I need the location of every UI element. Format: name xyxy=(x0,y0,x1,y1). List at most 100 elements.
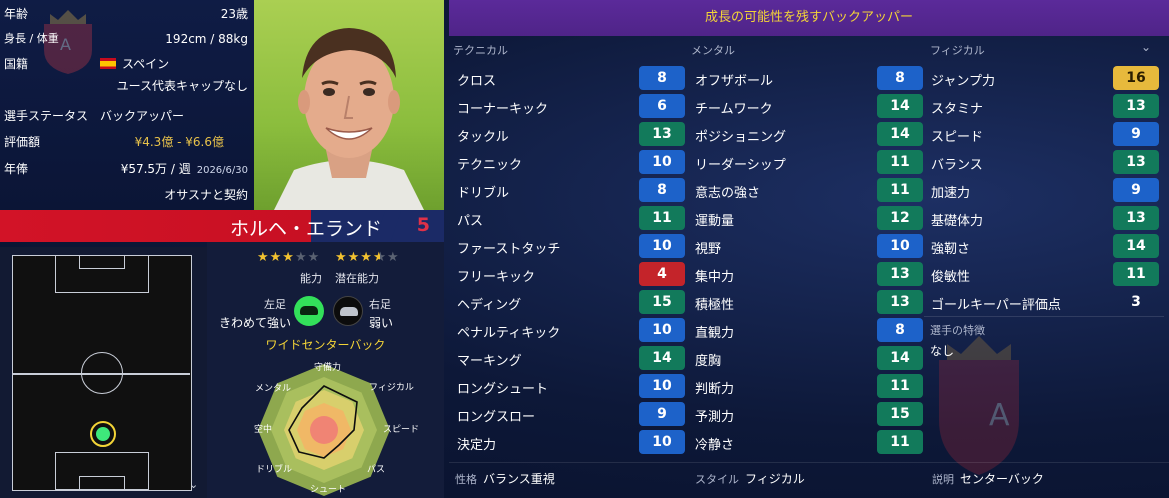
attribute-value: 14 xyxy=(639,346,685,370)
bottom-goal-box xyxy=(79,476,125,490)
mental-column-header: メンタル xyxy=(691,44,735,57)
traits-divider xyxy=(924,316,1164,317)
attribute-row[interactable]: 意志の強さ 11 xyxy=(695,178,923,202)
player-face-image xyxy=(274,28,424,210)
potential-ability-stars: ★★★★★★ xyxy=(335,250,400,265)
youth-caps: ユース代表キャップなし xyxy=(116,79,248,93)
style-item: スタイル フィジカル xyxy=(695,470,805,487)
position-role-title[interactable]: ワイドセンターバック xyxy=(207,336,444,353)
attribute-name: バランス xyxy=(931,158,983,173)
right-foot-label: 右足 xyxy=(369,298,391,311)
attribute-name: マーキング xyxy=(457,354,522,369)
attribute-name: ロングシュート xyxy=(457,382,549,397)
left-foot-label: 左足 xyxy=(264,298,286,311)
player-name-bar: ホルヘ・エランド 5 xyxy=(0,210,444,242)
attribute-row[interactable]: オフザボール 8 xyxy=(695,66,923,90)
attribute-row[interactable]: 判断力 11 xyxy=(695,374,923,398)
attribute-row[interactable]: 運動量 12 xyxy=(695,206,923,230)
attribute-row[interactable]: 基礎体力 13 xyxy=(931,206,1159,230)
technical-column-header: テクニカル xyxy=(453,44,508,57)
attribute-row[interactable]: コーナーキック 6 xyxy=(457,94,685,118)
style-value: フィジカル xyxy=(745,472,805,486)
attribute-name: ペナルティキック xyxy=(457,326,561,341)
attribute-name: ロングスロー xyxy=(457,410,536,425)
radar-label-physical: フィジカル xyxy=(369,383,414,393)
player-photo xyxy=(254,0,444,210)
attribute-value: 14 xyxy=(877,122,923,146)
attribute-value: 16 xyxy=(1113,66,1159,90)
attribute-row[interactable]: 冷静さ 11 xyxy=(695,430,923,454)
attribute-name: 決定力 xyxy=(457,438,497,453)
attribute-row[interactable]: スタミナ 13 xyxy=(931,94,1159,118)
chevron-down-icon[interactable]: ⌄ xyxy=(189,478,198,491)
attribute-row[interactable]: 決定力 10 xyxy=(457,430,685,454)
attribute-row[interactable]: バランス 13 xyxy=(931,150,1159,174)
attribute-row[interactable]: 視野 10 xyxy=(695,234,923,258)
attribute-row[interactable]: チームワーク 14 xyxy=(695,94,923,118)
physical-column-header: フィジカル xyxy=(930,44,985,57)
attribute-row[interactable]: 直観力 8 xyxy=(695,318,923,342)
attribute-row[interactable]: ヘディング 15 xyxy=(457,290,685,314)
attribute-row[interactable]: ロングシュート 10 xyxy=(457,374,685,398)
attribute-name: コーナーキック xyxy=(457,102,549,117)
attribute-value: 12 xyxy=(877,206,923,230)
attribute-row[interactable]: パス 11 xyxy=(457,206,685,230)
attribute-name: 基礎体力 xyxy=(931,214,984,229)
attribute-row[interactable]: テクニック 10 xyxy=(457,150,685,174)
center-circle xyxy=(81,352,123,394)
attribute-row[interactable]: 俊敏性 11 xyxy=(931,262,1159,286)
attribute-name: 強靭さ xyxy=(931,242,971,257)
chevron-down-icon[interactable]: ⌄ xyxy=(1141,40,1151,54)
attribute-row[interactable]: 予測力 15 xyxy=(695,402,923,426)
attribute-row[interactable]: マーキング 14 xyxy=(457,346,685,370)
top-goal-box xyxy=(79,255,125,269)
attribute-row[interactable]: リーダーシップ 11 xyxy=(695,150,923,174)
traits-value: なし xyxy=(930,344,955,358)
attribute-row[interactable]: スピード 9 xyxy=(931,122,1159,146)
height-weight-row: 身長 / 体重 192cm / 88kg xyxy=(4,30,248,48)
attribute-row[interactable]: ロングスロー 9 xyxy=(457,402,685,426)
left-foot-value: きわめて強い xyxy=(219,316,292,330)
attribute-value: 8 xyxy=(877,66,923,90)
attribute-row[interactable]: ゴールキーパー評価点 3 xyxy=(931,290,1159,314)
attribute-row[interactable]: 集中力 13 xyxy=(695,262,923,286)
attribute-name: 視野 xyxy=(695,242,722,257)
attribute-row[interactable]: フリーキック 4 xyxy=(457,262,685,286)
attribute-row[interactable]: ドリブル 8 xyxy=(457,178,685,202)
attribute-value: 13 xyxy=(639,122,685,146)
nationality-row[interactable]: 国籍 スペイン xyxy=(4,55,248,73)
attribute-value: 9 xyxy=(1113,178,1159,202)
contract-row[interactable]: オサスナと契約 xyxy=(4,186,248,204)
description-item: 説明 センターバック xyxy=(932,470,1044,487)
attribute-name: スタミナ xyxy=(931,102,984,117)
squad-number: 5 xyxy=(416,214,430,236)
attribute-row[interactable]: 積極性 13 xyxy=(695,290,923,314)
attribute-row[interactable]: 強靭さ 14 xyxy=(931,234,1159,258)
attribute-value: 10 xyxy=(639,318,685,342)
attribute-row[interactable]: ポジショニング 14 xyxy=(695,122,923,146)
attribute-row[interactable]: タックル 13 xyxy=(457,122,685,146)
attribute-name: 俊敏性 xyxy=(931,270,971,285)
value-range: ¥4.3億 - ¥6.6億 xyxy=(134,135,224,149)
attribute-row[interactable]: ペナルティキック 10 xyxy=(457,318,685,342)
age-value: 23歳 xyxy=(220,7,248,21)
attribute-value: 13 xyxy=(1113,150,1159,174)
attribute-name: 意志の強さ xyxy=(695,186,761,201)
attribute-row[interactable]: ジャンプ力 16 xyxy=(931,66,1159,90)
attribute-value: 8 xyxy=(639,66,685,90)
attribute-value: 4 xyxy=(639,262,685,286)
attribute-row[interactable]: 加速力 9 xyxy=(931,178,1159,202)
status-label: 選手ステータス xyxy=(4,109,89,123)
contract-club: オサスナと契約 xyxy=(164,188,248,202)
attributes-panel: 成長の可能性を残すバックアッパー テクニカル メンタル フィジカル ⌄ A クロ… xyxy=(449,0,1169,498)
personality-label: 性格 xyxy=(455,473,477,486)
player-profile-screen: A 年齢 23歳 身長 / 体重 192cm / 88kg 国籍 スペイン ユー… xyxy=(0,0,1169,498)
personality-value: バランス重視 xyxy=(483,472,555,486)
height-weight-value: 192cm / 88kg xyxy=(165,32,248,46)
attribute-row[interactable]: 度胸 14 xyxy=(695,346,923,370)
attribute-name: 判断力 xyxy=(695,382,735,397)
personality-item: 性格 バランス重視 xyxy=(455,470,555,487)
attribute-row[interactable]: ファーストタッチ 10 xyxy=(457,234,685,258)
rating-panel: ★★★★★ ★★★★★★ 能力 潜在能力 左足 きわめて強い 右足 弱い ワイド… xyxy=(207,242,444,498)
attribute-row[interactable]: クロス 8 xyxy=(457,66,685,90)
